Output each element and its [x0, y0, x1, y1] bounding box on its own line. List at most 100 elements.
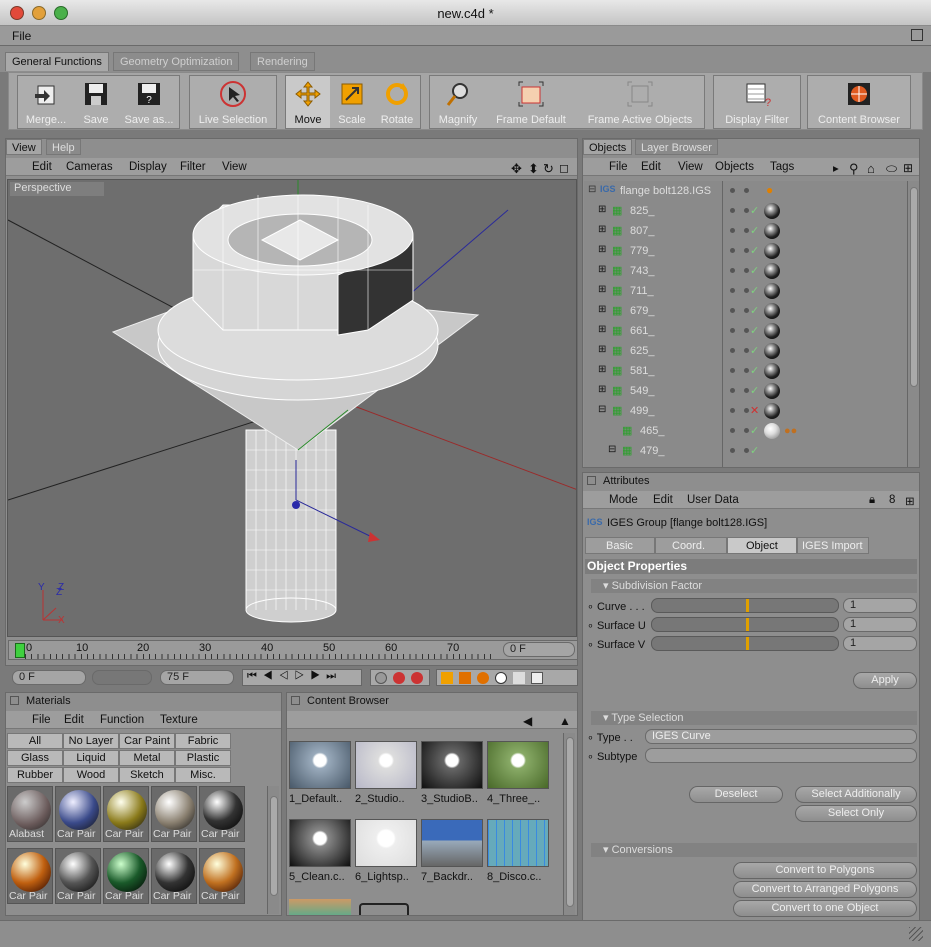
tree-row[interactable]: ▦ 465_ ✓ ●● — [584, 421, 904, 441]
tab-objects[interactable]: Objects — [583, 139, 633, 155]
obj-menu-view[interactable]: View — [678, 161, 703, 173]
keyframe-selection-icon[interactable] — [411, 672, 423, 684]
up-icon[interactable]: ▲ — [559, 714, 571, 728]
settings-icon[interactable]: 8 — [889, 494, 895, 506]
material-swatch[interactable]: Car Pair — [103, 848, 149, 904]
menu-cameras[interactable]: Cameras — [66, 161, 113, 173]
cat-wood[interactable]: Wood — [63, 767, 119, 783]
content-browser-button[interactable]: Content Browser — [808, 76, 910, 128]
surface-v-slider[interactable] — [651, 636, 839, 651]
tab-view[interactable]: View — [6, 139, 42, 155]
key-rotation-icon[interactable] — [477, 672, 489, 684]
tree-row[interactable]: ⊟ ▦ 479_ ✓ — [584, 441, 904, 461]
type-selection-section[interactable]: ▾ Type Selection — [591, 711, 917, 725]
frame-default-button[interactable]: Frame Default — [486, 76, 576, 128]
resize-grip-icon[interactable] — [909, 927, 923, 941]
cat-metal[interactable]: Metal — [119, 750, 175, 766]
key-parameter-icon[interactable] — [495, 672, 507, 684]
cat-fabric[interactable]: Fabric — [175, 733, 231, 749]
tab-general-functions[interactable]: General Functions — [5, 52, 109, 71]
record-controls[interactable] — [370, 669, 430, 686]
cat-sketch[interactable]: Sketch — [119, 767, 175, 783]
pan-icon[interactable]: ✥ — [511, 161, 522, 177]
link-icon[interactable]: ⬭ — [886, 161, 897, 177]
menu-display[interactable]: Display — [129, 161, 167, 173]
preset-item[interactable]: 5_Clean.c.. — [289, 819, 351, 883]
material-swatch[interactable]: Car Pair — [199, 786, 245, 842]
convert-to-one-object-button[interactable]: Convert to one Object — [733, 900, 917, 917]
content-browser-scrollbar[interactable] — [563, 733, 575, 915]
tree-row[interactable]: ⊟ ▦ 499_ ✕ — [584, 401, 904, 421]
cat-liquid[interactable]: Liquid — [63, 750, 119, 766]
mat-menu-function[interactable]: Function — [100, 714, 144, 726]
key-tools[interactable] — [436, 669, 578, 686]
current-frame-field[interactable]: 0 F — [503, 642, 575, 657]
curve-slider[interactable] — [651, 598, 839, 613]
tree-row-root[interactable]: ⊟ IGS flange bolt128.IGS ● — [584, 181, 904, 201]
tab-rendering[interactable]: Rendering — [250, 52, 315, 71]
attr-menu-edit[interactable]: Edit — [653, 494, 673, 506]
tab-help[interactable]: Help — [46, 139, 81, 155]
start-frame-field[interactable]: 0 F — [12, 670, 86, 685]
mat-menu-texture[interactable]: Texture — [160, 714, 198, 726]
home-icon[interactable]: ⌂ — [867, 161, 875, 176]
tree-row[interactable]: ⊞ ▦ 679_ ✓ — [584, 301, 904, 321]
subdivision-factor-section[interactable]: ▾ Subdivision Factor — [591, 579, 917, 593]
preset-item[interactable]: 6_Lightsp.. — [355, 819, 417, 883]
new-panel-icon[interactable]: ⊞ — [903, 161, 913, 175]
tab-iges-import[interactable]: IGES Import — [797, 537, 869, 554]
surface-u-slider[interactable] — [651, 617, 839, 632]
obj-menu-objects[interactable]: Objects — [715, 161, 754, 173]
cat-car-paint[interactable]: Car Paint — [119, 733, 175, 749]
move-button[interactable]: Move — [286, 76, 330, 128]
material-swatch[interactable]: Car Pair — [199, 848, 245, 904]
tree-row[interactable]: ⊞ ▦ 779_ ✓ — [584, 241, 904, 261]
tree-row[interactable]: ⊞ ▦ 807_ ✓ — [584, 221, 904, 241]
obj-menu-file[interactable]: File — [609, 161, 628, 173]
scheme-icon[interactable] — [531, 672, 543, 684]
cat-misc[interactable]: Misc. — [175, 767, 231, 783]
surface-v-field[interactable]: 1 — [843, 636, 917, 651]
material-swatch[interactable]: Car Pair — [151, 848, 197, 904]
tab-geometry-optimization[interactable]: Geometry Optimization — [113, 52, 240, 71]
folder-icon[interactable] — [359, 903, 409, 915]
maximize-view-icon[interactable]: ◻ — [559, 161, 569, 175]
cat-all[interactable]: All — [7, 733, 63, 749]
cat-no-layer[interactable]: No Layer — [63, 733, 119, 749]
select-additionally-button[interactable]: Select Additionally — [795, 786, 917, 803]
type-dropdown[interactable]: IGES Curve — [645, 729, 917, 744]
key-position-icon[interactable] — [441, 672, 453, 684]
attributes-close-icon[interactable] — [587, 476, 596, 485]
curve-field[interactable]: 1 — [843, 598, 917, 613]
material-swatch[interactable]: Car Pair — [7, 848, 53, 904]
tree-row[interactable]: ⊞ ▦ 711_ ✓ — [584, 281, 904, 301]
key-scale-icon[interactable] — [459, 672, 471, 684]
end-frame-field[interactable]: 75 F — [160, 670, 234, 685]
rotate-button[interactable]: Rotate — [374, 76, 420, 128]
dolly-icon[interactable]: ⬍ — [528, 161, 539, 177]
preset-item[interactable]: 1_Default.. — [289, 741, 351, 805]
menu-file[interactable]: File — [12, 29, 31, 43]
tree-row[interactable]: ⊞ ▦ 661_ ✓ — [584, 321, 904, 341]
material-swatch[interactable]: Car Pair — [55, 786, 101, 842]
material-swatch[interactable]: Alabast — [7, 786, 53, 842]
preset-item[interactable]: 4_Three_.. — [487, 741, 549, 805]
material-swatch[interactable]: Car Pair — [55, 848, 101, 904]
select-only-button[interactable]: Select Only — [795, 805, 917, 822]
tree-row[interactable]: ⊞ ▦ 581_ ✓ — [584, 361, 904, 381]
tree-row[interactable]: ⊞ ▦ 825_ ✓ — [584, 201, 904, 221]
convert-to-polygons-button[interactable]: Convert to Polygons — [733, 862, 917, 879]
obj-menu-more-icon[interactable]: ▸ — [833, 161, 839, 175]
layout-icon[interactable] — [911, 29, 923, 41]
playback-controls[interactable]: ⏮◀◁▷▶⏭ — [242, 669, 362, 686]
cat-glass[interactable]: Glass — [7, 750, 63, 766]
objects-scrollbar[interactable] — [907, 181, 919, 467]
record-icon[interactable] — [375, 672, 387, 684]
tab-coord[interactable]: Coord. — [655, 537, 727, 554]
deselect-button[interactable]: Deselect — [689, 786, 783, 803]
conversions-section[interactable]: ▾ Conversions — [591, 843, 917, 857]
preset-item[interactable]: 8_Disco.c.. — [487, 819, 549, 883]
cat-plastic[interactable]: Plastic — [175, 750, 231, 766]
obj-menu-tags[interactable]: Tags — [770, 161, 794, 173]
surface-u-field[interactable]: 1 — [843, 617, 917, 632]
